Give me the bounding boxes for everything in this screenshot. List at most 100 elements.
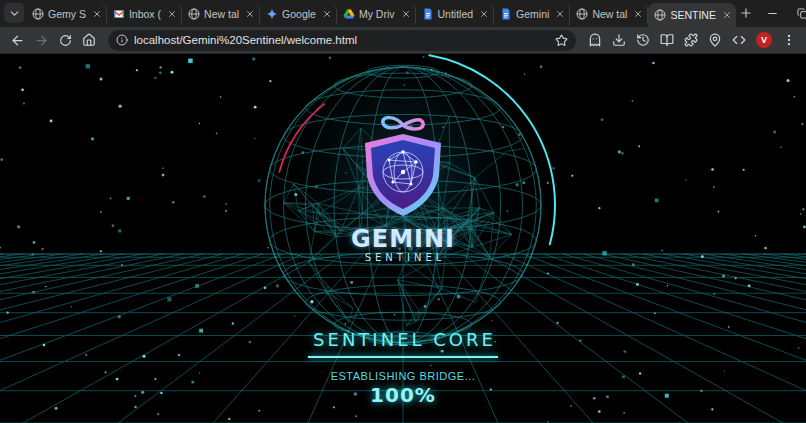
tab-close-button[interactable] xyxy=(92,9,102,19)
tab-close-button[interactable] xyxy=(322,9,332,19)
window-controls xyxy=(758,0,806,27)
home-icon xyxy=(82,33,96,47)
plus-icon xyxy=(739,6,753,20)
drive-icon xyxy=(343,8,355,20)
tab-label: Gemy S xyxy=(48,8,86,20)
wireframe-sphere xyxy=(265,65,541,344)
globe-icon xyxy=(188,8,200,20)
minimize-button[interactable] xyxy=(758,0,788,27)
profile-avatar[interactable]: V xyxy=(756,32,772,48)
reload-button[interactable] xyxy=(54,29,76,51)
arrow-right-icon xyxy=(34,33,49,48)
browser-tab[interactable]: Untitled xyxy=(416,3,495,25)
gmail-icon xyxy=(113,8,125,20)
close-icon xyxy=(722,10,732,20)
tab-label: Gemini xyxy=(516,8,549,20)
forward-button[interactable] xyxy=(30,29,52,51)
docs-icon xyxy=(422,8,434,20)
tab-close-button[interactable] xyxy=(555,9,565,19)
progress-fill xyxy=(308,356,498,358)
reading-list-icon xyxy=(660,33,674,47)
browser-tab[interactable]: New tal xyxy=(570,3,648,25)
close-icon xyxy=(167,9,177,19)
progress-label: ESTABLISHING BRIDGE... xyxy=(331,369,476,383)
tab-label: Untitled xyxy=(438,8,474,20)
tab-list: Gemy S Inbox ( New tal Google My Driv Untitle… xyxy=(26,0,736,27)
logo-title: GEMINI xyxy=(351,226,455,252)
shield-logo-icon xyxy=(353,112,453,220)
browser-window: Gemy S Inbox ( New tal Google My Driv Untitle… xyxy=(0,0,806,423)
tab-label: Inbox ( xyxy=(129,8,161,20)
tab-strip: Gemy S Inbox ( New tal Google My Driv Untitle… xyxy=(0,0,806,27)
devtools-button[interactable] xyxy=(728,29,750,51)
browser-tab[interactable]: Google xyxy=(260,3,337,25)
arrow-left-icon xyxy=(10,33,25,48)
new-tab-button[interactable] xyxy=(736,3,756,23)
close-icon xyxy=(555,9,565,19)
history-button[interactable] xyxy=(632,29,654,51)
close-icon xyxy=(479,9,489,19)
minimize-icon xyxy=(766,7,779,20)
chevron-down-icon xyxy=(8,7,21,20)
progress-reading: 100% xyxy=(370,384,436,406)
extensions-button[interactable] xyxy=(680,29,702,51)
tab-close-button[interactable] xyxy=(401,9,411,19)
puzzle-icon xyxy=(684,33,698,47)
history-icon xyxy=(636,33,650,47)
address-text: localhost/Gemini%20Sentinel/welcome.html xyxy=(134,34,549,46)
browser-tab[interactable]: SENTINE xyxy=(648,3,736,27)
tab-label: New tal xyxy=(204,8,239,20)
cyan-arc xyxy=(429,55,555,244)
browser-tab[interactable]: My Driv xyxy=(337,3,416,25)
browser-tab[interactable]: Gemy S xyxy=(26,3,107,25)
downloads-button[interactable] xyxy=(608,29,630,51)
site-info-icon xyxy=(116,34,128,46)
logo-subtitle: SENTINEL xyxy=(361,252,446,264)
tab-label: My Driv xyxy=(359,8,395,20)
home-button[interactable] xyxy=(78,29,100,51)
progress-track xyxy=(308,356,498,358)
gemini-spark-icon xyxy=(266,8,278,20)
red-arc xyxy=(279,104,324,172)
incognito-icon xyxy=(588,33,602,47)
back-button[interactable] xyxy=(6,29,28,51)
tab-close-button[interactable] xyxy=(479,9,489,19)
tab-search-button[interactable] xyxy=(4,3,24,23)
close-icon xyxy=(245,9,255,19)
browser-tab[interactable]: Gemini xyxy=(494,3,570,25)
browser-tab[interactable]: New tal xyxy=(182,3,260,25)
code-icon xyxy=(732,33,746,47)
tab-close-button[interactable] xyxy=(167,9,177,19)
globe-icon xyxy=(576,8,588,20)
docs-icon xyxy=(500,8,512,20)
tab-label: Google xyxy=(282,8,316,20)
restore-button[interactable] xyxy=(788,0,806,27)
browser-tab[interactable]: Inbox ( xyxy=(107,3,182,25)
address-bar[interactable]: localhost/Gemini%20Sentinel/welcome.html xyxy=(108,30,576,51)
tab-close-button[interactable] xyxy=(245,9,255,19)
location-button[interactable] xyxy=(704,29,726,51)
close-icon xyxy=(322,9,332,19)
incognito-button[interactable] xyxy=(584,29,606,51)
map-pin-icon xyxy=(708,33,722,47)
welcome-content: GEMINISENTINEL SENTINEL CORE ESTABLISHING … xyxy=(0,54,806,406)
reading-list-button[interactable] xyxy=(656,29,678,51)
close-icon xyxy=(92,9,102,19)
bookmark-star-icon[interactable] xyxy=(555,34,568,47)
tab-close-button[interactable] xyxy=(633,9,643,19)
download-icon xyxy=(612,33,626,47)
page-viewport: GEMINISENTINEL SENTINEL CORE ESTABLISHING … xyxy=(0,54,806,423)
close-icon xyxy=(633,9,643,19)
globe-icon xyxy=(32,8,44,20)
tab-label: SENTINE xyxy=(670,9,716,21)
core-heading: SENTINEL CORE xyxy=(310,329,496,351)
menu-button[interactable] xyxy=(778,29,800,51)
more-icon xyxy=(782,33,796,47)
restore-icon xyxy=(797,8,806,19)
toolbar: localhost/Gemini%20Sentinel/welcome.html… xyxy=(0,27,806,54)
close-icon xyxy=(401,9,411,19)
globe-icon xyxy=(654,9,666,21)
reload-icon xyxy=(59,34,72,47)
tab-label: New tal xyxy=(592,8,627,20)
tab-close-button[interactable] xyxy=(722,10,732,20)
